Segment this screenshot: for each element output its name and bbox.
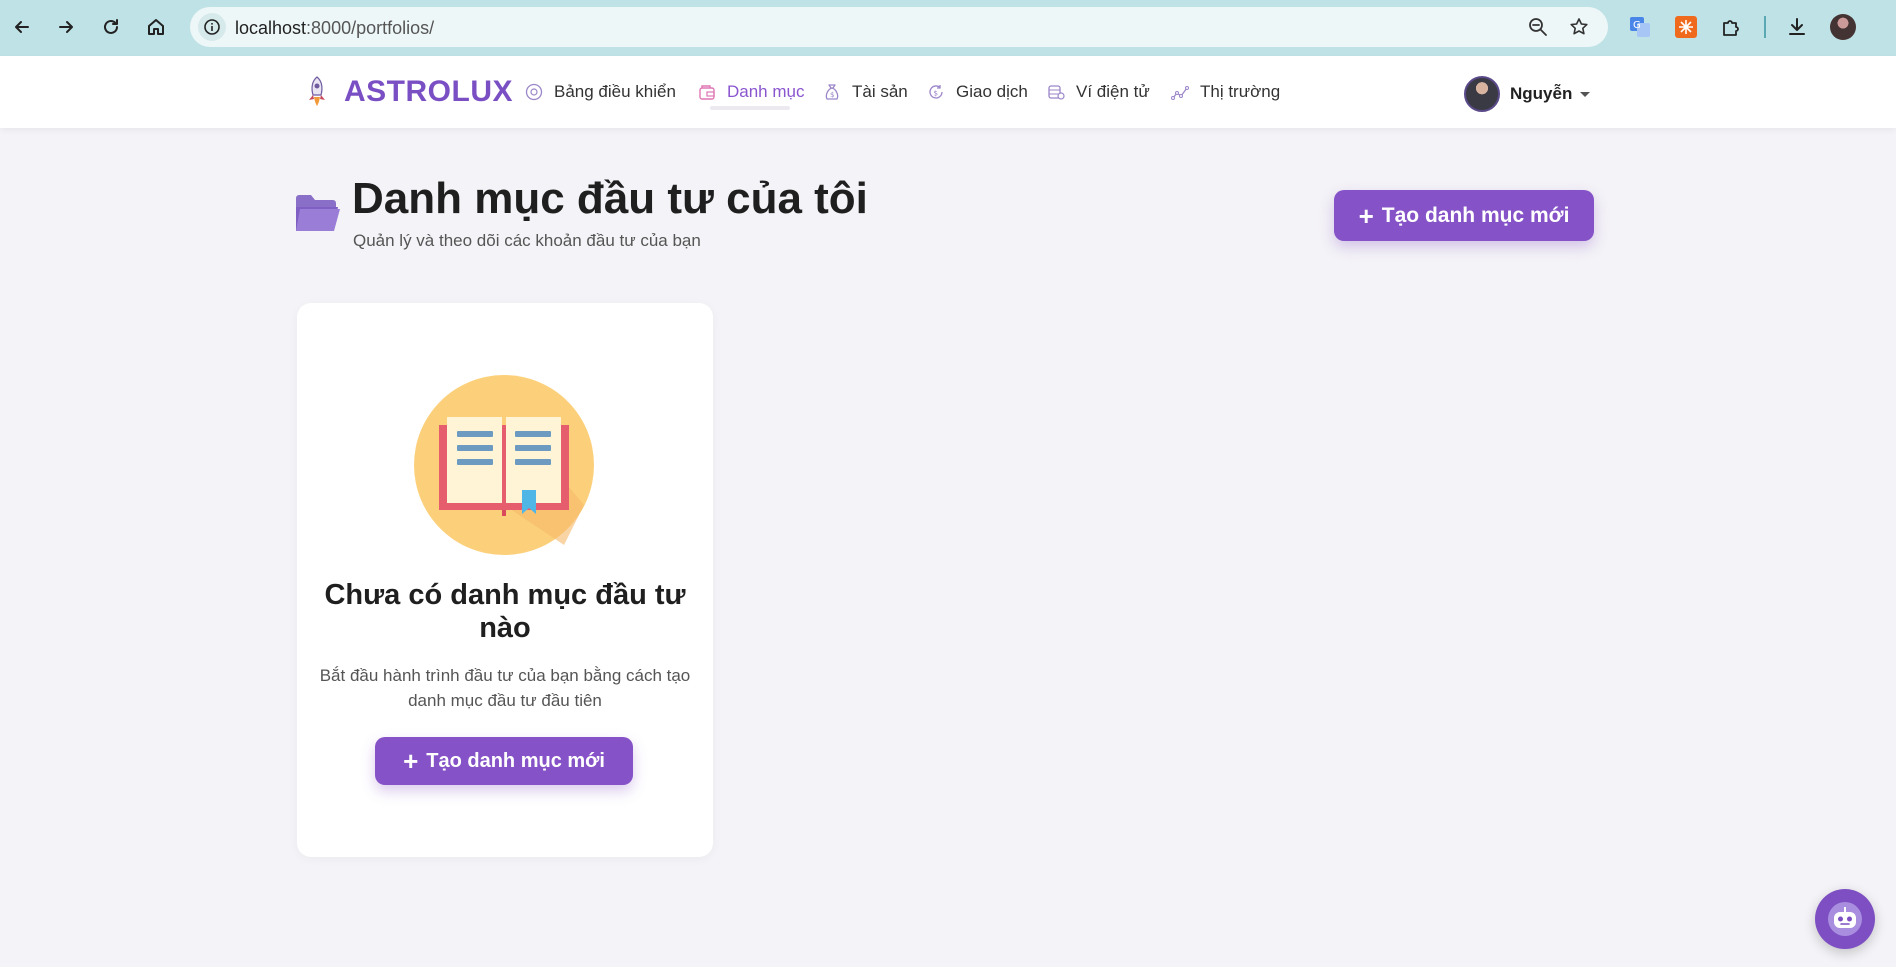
nav-label-ewallet: Ví điện tử bbox=[1076, 82, 1150, 101]
reload-icon[interactable] bbox=[97, 13, 125, 41]
empty-state-description: Bắt đầu hành trình đầu tư của bạn bằng c… bbox=[319, 666, 691, 710]
nav-item-market[interactable]: Thị trường bbox=[1170, 82, 1280, 102]
active-nav-indicator bbox=[710, 106, 790, 110]
address-bar[interactable]: localhost:8000/portfolios/ bbox=[190, 7, 1608, 47]
page-title: Danh mục đầu tư của tôi bbox=[352, 174, 868, 223]
forward-icon[interactable] bbox=[52, 13, 80, 41]
nav-label-assets: Tài sản bbox=[852, 82, 908, 101]
brand-logo-link[interactable]: ASTROLUX bbox=[300, 74, 513, 110]
nav-label-transactions: Giao dịch bbox=[956, 82, 1028, 101]
user-menu-dropdown[interactable]: Nguyễn bbox=[1464, 76, 1591, 112]
chrome-profile-avatar[interactable] bbox=[1830, 14, 1856, 40]
market-chart-icon bbox=[1170, 82, 1190, 102]
dashboard-icon bbox=[524, 82, 544, 102]
create-portfolio-button[interactable]: + Tạo danh mục mới bbox=[1334, 190, 1594, 241]
nav-label-dashboard: Bảng điều khiển bbox=[554, 82, 676, 101]
chevron-down-icon bbox=[1580, 91, 1591, 97]
transaction-icon: $ bbox=[926, 82, 946, 102]
chatbot-launcher-button[interactable] bbox=[1815, 889, 1875, 949]
avatar bbox=[1464, 76, 1500, 112]
nav-item-assets[interactable]: $ Tài sản bbox=[822, 82, 908, 102]
robot-icon bbox=[1828, 902, 1862, 936]
empty-state-card: Chưa có danh mục đầu tư nào Bắt đầu hành… bbox=[297, 303, 713, 857]
download-icon[interactable] bbox=[1784, 14, 1810, 40]
empty-state-create-button[interactable]: + Tạo danh mục mới bbox=[375, 737, 633, 785]
nav-item-transactions[interactable]: $ Giao dịch bbox=[926, 82, 1028, 102]
nav-item-ewallet[interactable]: Ví điện tử bbox=[1046, 82, 1150, 102]
open-folder-icon bbox=[296, 195, 340, 231]
empty-state-title: Chưa có danh mục đầu tư nào bbox=[324, 579, 686, 644]
plus-icon: + bbox=[403, 746, 419, 776]
svg-text:$: $ bbox=[934, 90, 938, 98]
nav-item-dashboard[interactable]: Bảng điều khiển bbox=[524, 82, 676, 102]
user-name: Nguyễn bbox=[1510, 84, 1573, 103]
extensions-puzzle-icon[interactable] bbox=[1718, 14, 1744, 40]
plus-icon: + bbox=[1358, 200, 1374, 231]
nav-label-market: Thị trường bbox=[1200, 82, 1281, 101]
toolbar-divider bbox=[1764, 16, 1766, 38]
brand-name: ASTROLUX bbox=[344, 75, 513, 108]
portfolio-icon bbox=[697, 82, 717, 102]
nav-label-portfolio: Danh mục bbox=[727, 82, 805, 101]
home-icon[interactable] bbox=[142, 13, 170, 41]
url-path: :8000/portfolios/ bbox=[306, 18, 435, 38]
empty-state-create-label: Tạo danh mục mới bbox=[426, 749, 605, 772]
rocket-icon bbox=[309, 76, 325, 106]
nav-item-portfolio[interactable]: Danh mục bbox=[697, 82, 804, 102]
browser-toolbar: localhost:8000/portfolios/ G bbox=[0, 0, 1896, 56]
svg-text:$: $ bbox=[830, 91, 834, 99]
url-text: localhost:8000/portfolios/ bbox=[235, 18, 434, 39]
site-navbar: ASTROLUX Bảng điều khiển Danh mục $ Tài … bbox=[0, 56, 1896, 128]
open-book-icon bbox=[414, 375, 594, 555]
url-host: localhost bbox=[235, 18, 307, 38]
translate-extension-icon[interactable]: G bbox=[1627, 14, 1653, 40]
create-portfolio-label: Tạo danh mục mới bbox=[1381, 203, 1570, 227]
bookmark-star-icon[interactable] bbox=[1567, 15, 1591, 39]
svg-text:G: G bbox=[1633, 20, 1641, 31]
money-bag-icon: $ bbox=[822, 82, 842, 102]
orange-extension-icon[interactable] bbox=[1673, 14, 1699, 40]
page-subtitle: Quản lý và theo dõi các khoản đầu tư của… bbox=[353, 231, 701, 250]
site-info-icon[interactable] bbox=[198, 13, 226, 41]
zoom-icon[interactable] bbox=[1526, 15, 1550, 39]
wallet-icon bbox=[1046, 82, 1066, 102]
back-icon[interactable] bbox=[8, 13, 36, 41]
